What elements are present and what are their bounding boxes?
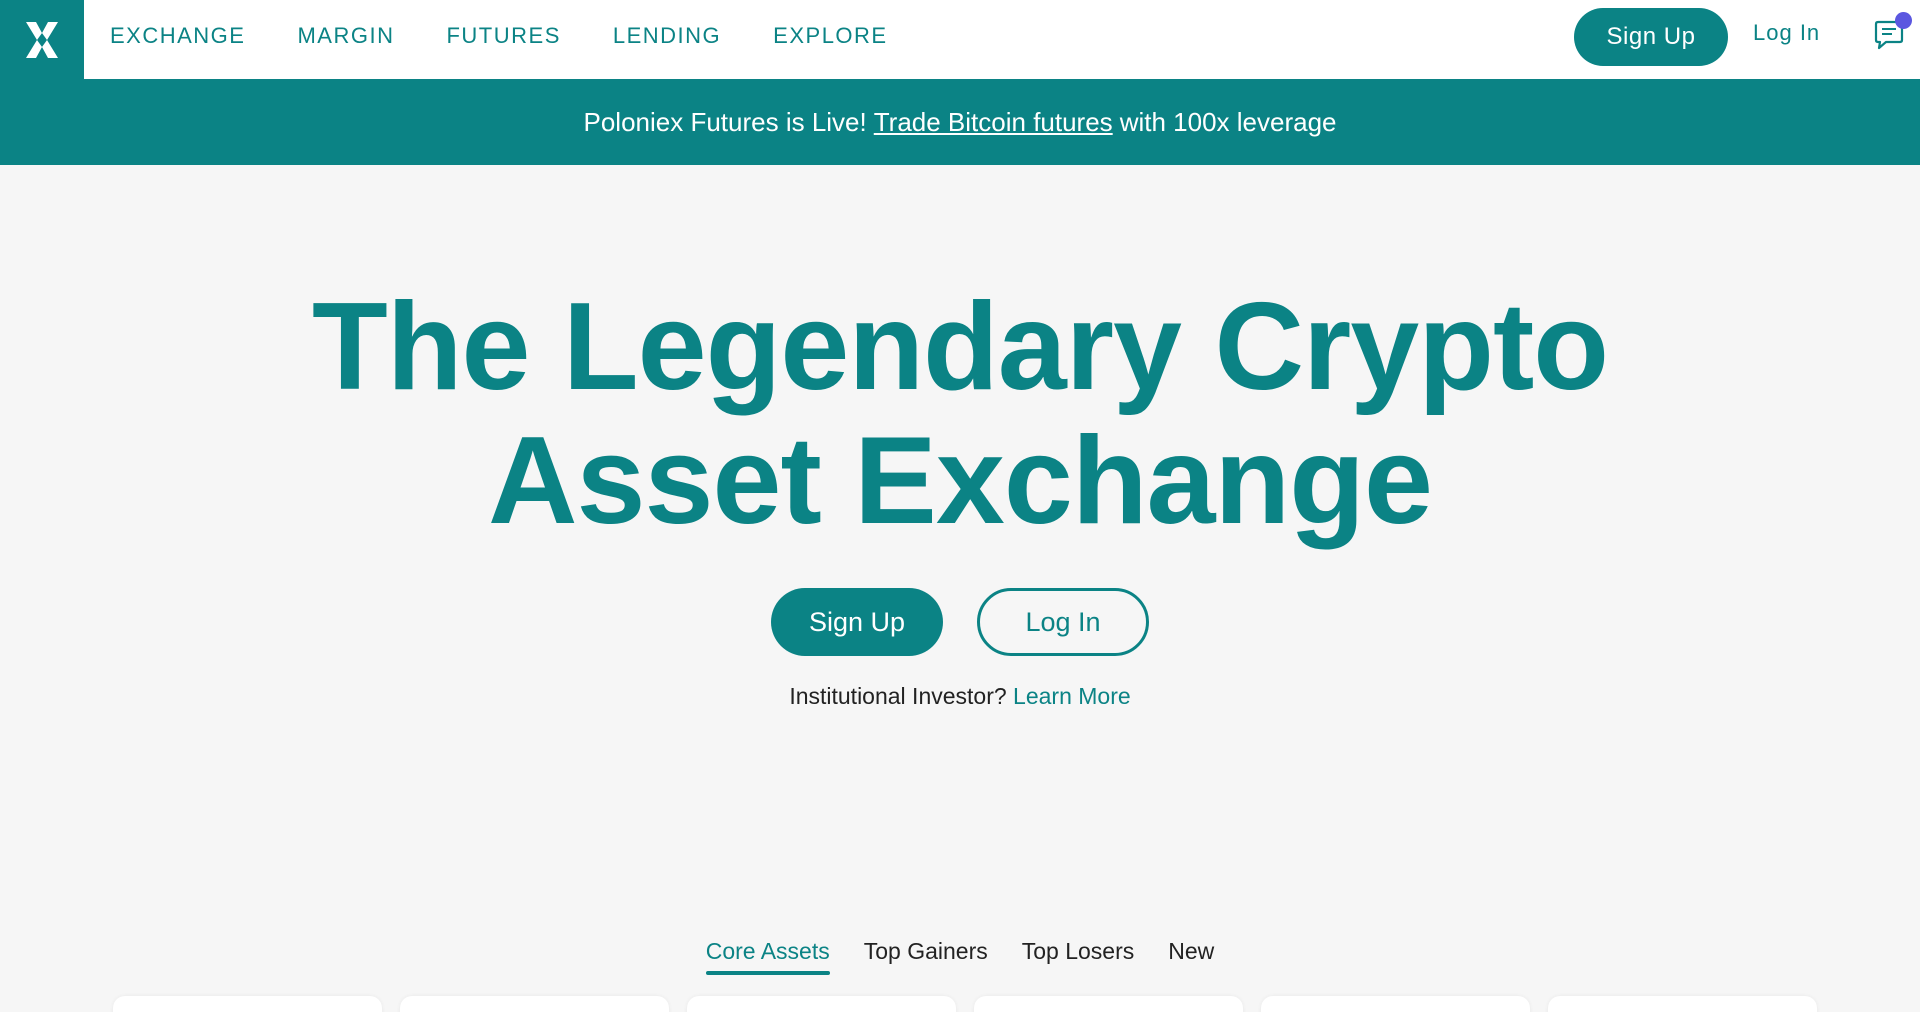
tab-core-assets[interactable]: Core Assets (705, 938, 830, 975)
tab-top-gainers[interactable]: Top Gainers (864, 938, 988, 975)
nav-margin[interactable]: MARGIN (297, 23, 394, 49)
tab-new[interactable]: New (1168, 938, 1214, 975)
tab-top-losers[interactable]: Top Losers (1022, 938, 1135, 975)
nav-lending[interactable]: LENDING (613, 23, 721, 49)
promo-banner: Poloniex Futures is Live! Trade Bitcoin … (0, 79, 1920, 165)
market-card[interactable] (400, 996, 669, 1012)
hero-actions: Sign Up Log In (0, 588, 1920, 656)
banner-prefix: Poloniex Futures is Live! (583, 106, 867, 137)
market-card[interactable] (113, 996, 382, 1012)
hero-title: The Legendary Crypto Asset Exchange (0, 280, 1920, 548)
market-card[interactable] (687, 996, 956, 1012)
institutional-prompt: Institutional Investor? Learn More (0, 683, 1920, 710)
header-login-link[interactable]: Log In (1753, 20, 1820, 46)
hero-signup-button[interactable]: Sign Up (771, 588, 943, 656)
nav-futures[interactable]: FUTURES (446, 23, 560, 49)
banner-futures-link[interactable]: Trade Bitcoin futures (874, 107, 1113, 138)
banner-suffix: with 100x leverage (1119, 106, 1337, 137)
learn-more-link[interactable]: Learn More (1013, 683, 1131, 709)
nav-explore[interactable]: EXPLORE (773, 23, 887, 49)
market-cards (113, 996, 1817, 1012)
hero-login-button[interactable]: Log In (977, 588, 1149, 656)
market-card[interactable] (1548, 996, 1817, 1012)
hero-title-line2: Asset Exchange (488, 412, 1433, 550)
notification-dot (1895, 12, 1912, 29)
hero-title-line1: The Legendary Crypto (312, 278, 1609, 416)
header-signup-button[interactable]: Sign Up (1574, 8, 1728, 66)
top-navigation: EXCHANGE MARGIN FUTURES LENDING EXPLORE … (0, 0, 1920, 79)
institutional-text: Institutional Investor? (789, 683, 1007, 709)
nav-exchange[interactable]: EXCHANGE (110, 23, 245, 49)
main-nav: EXCHANGE MARGIN FUTURES LENDING EXPLORE (110, 0, 940, 72)
market-card[interactable] (974, 996, 1243, 1012)
market-tabs: Core Assets Top Gainers Top Losers New (0, 938, 1920, 975)
poloniex-logo-icon[interactable] (0, 0, 84, 79)
market-card[interactable] (1261, 996, 1530, 1012)
